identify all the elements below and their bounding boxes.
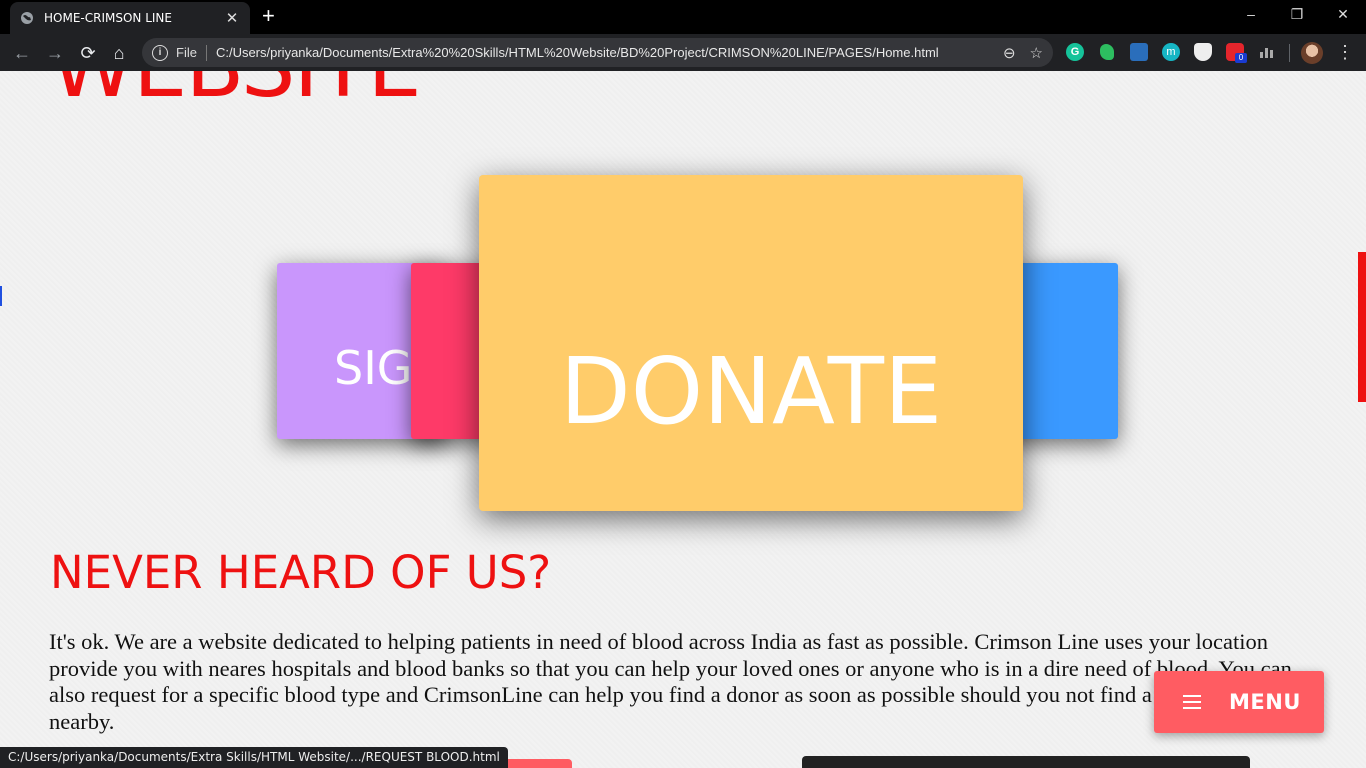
website-title: WEBSITE: [50, 71, 422, 117]
carousel-card-donate[interactable]: DONATE: [479, 175, 1023, 511]
profile-avatar[interactable]: [1301, 42, 1323, 64]
home-icon[interactable]: ⌂: [107, 41, 131, 65]
reload-icon[interactable]: ⟳: [76, 41, 100, 65]
stats-icon[interactable]: [1258, 43, 1276, 61]
card-label: SIG: [334, 341, 413, 395]
edge-marker: [0, 286, 2, 306]
browser-tab[interactable]: HOME-CRIMSON LINE ✕: [10, 2, 250, 34]
forward-icon[interactable]: →: [43, 41, 67, 65]
donate-label: DONATE: [559, 338, 943, 445]
minimize-button[interactable]: –: [1240, 6, 1262, 22]
tab-title: HOME-CRIMSON LINE: [44, 11, 172, 25]
address-bar[interactable]: i File C:/Users/priyanka/Documents/Extra…: [142, 38, 1053, 67]
page-viewport: WEBSITE SIG W DONATE NEVER HEARD OF US? …: [0, 71, 1366, 768]
pocket-icon[interactable]: 0: [1226, 43, 1247, 63]
zoom-icon[interactable]: ⊖: [1003, 44, 1016, 62]
toolbar-separator: [1289, 44, 1290, 62]
evernote-icon[interactable]: [1098, 43, 1116, 61]
menu-label: MENU: [1229, 690, 1301, 714]
scroll-indicator[interactable]: [1358, 252, 1366, 402]
address-scheme-label: File: [176, 45, 197, 60]
status-bar: C:/Users/priyanka/Documents/Extra Skills…: [0, 747, 508, 768]
site-info-icon[interactable]: i: [152, 44, 168, 61]
mendeley-icon[interactable]: m: [1162, 43, 1180, 61]
new-tab-button[interactable]: +: [262, 5, 275, 27]
menu-button[interactable]: MENU: [1154, 671, 1324, 733]
browser-menu-icon[interactable]: ⋮: [1336, 42, 1354, 62]
tab-close-icon[interactable]: ✕: [224, 9, 240, 27]
tab-strip: HOME-CRIMSON LINE ✕ + – ❐ ✕: [0, 0, 1366, 34]
grammarly-icon[interactable]: G: [1066, 43, 1084, 61]
bookmark-star-icon[interactable]: ☆: [1030, 44, 1043, 62]
address-separator: [205, 44, 207, 61]
shield-icon[interactable]: [1194, 43, 1212, 61]
adblock-icon[interactable]: [1130, 43, 1148, 61]
about-paragraph: It's ok. We are a website dedicated to h…: [49, 629, 1292, 734]
back-icon[interactable]: ←: [10, 41, 34, 65]
dark-section-card: [802, 756, 1250, 768]
section-heading: NEVER HEARD OF US?: [50, 546, 552, 599]
globe-icon: [21, 12, 33, 24]
address-url[interactable]: C:/Users/priyanka/Documents/Extra%20%20S…: [216, 45, 989, 60]
browser-toolbar: ← → ⟳ ⌂ i File C:/Users/priyanka/Documen…: [0, 34, 1366, 71]
window-close-button[interactable]: ✕: [1332, 6, 1354, 23]
hamburger-icon: [1183, 695, 1201, 709]
restore-button[interactable]: ❐: [1286, 6, 1308, 23]
extension-badge: 0: [1235, 53, 1247, 63]
